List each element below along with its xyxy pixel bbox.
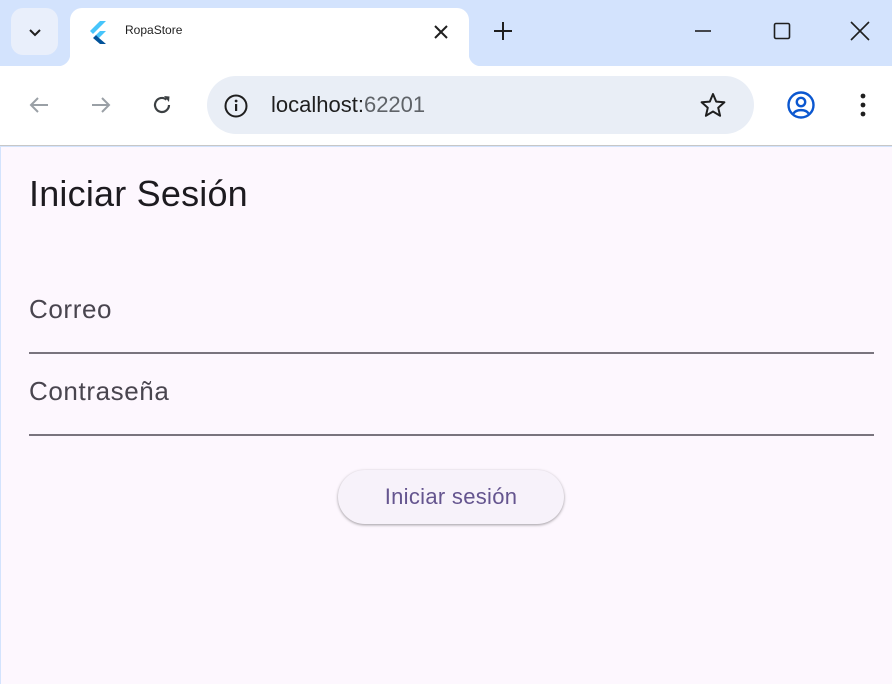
back-button[interactable]	[24, 90, 54, 120]
site-info-button[interactable]	[222, 92, 250, 120]
url-text[interactable]: localhost:62201	[271, 92, 425, 118]
minimize-icon	[695, 30, 711, 32]
new-tab-button[interactable]	[488, 16, 518, 46]
close-icon	[850, 21, 870, 41]
star-icon	[700, 93, 726, 117]
tab-search-button[interactable]	[11, 8, 58, 55]
page-title: Iniciar Sesión	[29, 173, 248, 214]
tab-strip: RopaStore	[0, 0, 892, 66]
chevron-down-icon	[28, 28, 41, 36]
tab-title: RopaStore	[125, 23, 183, 37]
flutter-icon	[90, 21, 106, 44]
account-icon	[787, 91, 815, 119]
reload-button[interactable]	[147, 90, 177, 120]
login-button[interactable]: Iniciar sesión	[338, 470, 564, 524]
info-icon	[224, 94, 248, 118]
email-field[interactable]: Correo	[29, 294, 874, 354]
url-host: localhost:	[271, 92, 364, 117]
arrow-left-icon	[29, 97, 48, 113]
plus-icon	[494, 22, 512, 40]
profile-button[interactable]	[786, 90, 816, 120]
login-page: Iniciar Sesión Correo Contraseña Iniciar…	[1, 147, 892, 684]
password-field[interactable]: Contraseña	[29, 376, 874, 436]
browser-tab[interactable]: RopaStore	[58, 8, 481, 66]
close-icon	[434, 25, 448, 39]
tab-close-button[interactable]	[429, 20, 453, 44]
maximize-button[interactable]	[767, 16, 797, 46]
reload-icon	[153, 96, 171, 114]
minimize-button[interactable]	[688, 16, 718, 46]
maximize-icon	[773, 22, 791, 40]
arrow-right-icon	[92, 97, 111, 113]
address-bar[interactable]: localhost:62201	[207, 76, 754, 134]
browser-toolbar: localhost:62201	[0, 66, 892, 146]
email-label: Correo	[29, 294, 113, 324]
more-vert-icon	[860, 93, 866, 117]
password-label: Contraseña	[29, 376, 170, 406]
forward-button[interactable]	[86, 90, 116, 120]
menu-button[interactable]	[848, 90, 878, 120]
close-window-button[interactable]	[845, 16, 875, 46]
bookmark-button[interactable]	[698, 90, 728, 120]
url-port: 62201	[363, 92, 426, 117]
